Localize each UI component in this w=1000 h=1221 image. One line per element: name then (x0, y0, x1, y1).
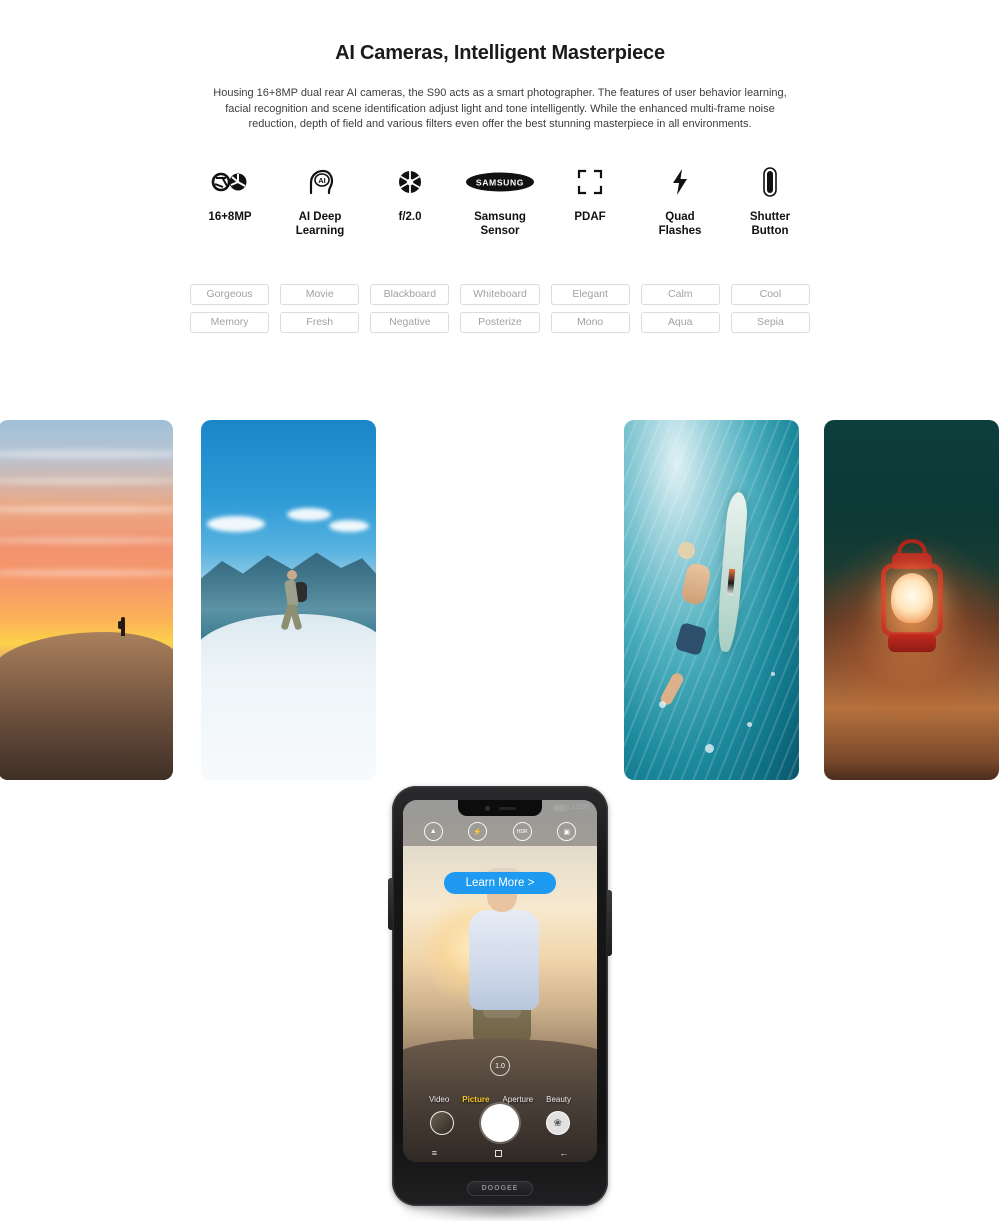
spec-label: AI Deep Learning (295, 210, 345, 237)
desert-figure (118, 617, 125, 636)
learn-more-button[interactable]: Learn More > (443, 872, 557, 894)
scene-mode-icon[interactable]: ▲ (423, 822, 443, 841)
recents-button[interactable]: ≡ (432, 1148, 437, 1158)
spec-item-shutter-button: Shutter Button (726, 165, 814, 238)
android-nav-bar: ≡ ← (403, 1144, 597, 1162)
camera-mode-beauty[interactable]: Beauty (546, 1095, 571, 1104)
spec-item-ai-deep-learning: AI AI Deep Learning (276, 165, 364, 238)
sample-photo-gallery: 12:00 ▲ ⚡ HDR ▣ 1.0 Video Picture Apertu… (0, 420, 1000, 1221)
desert-sunset-photo (0, 420, 173, 780)
camera-mode-picture[interactable]: Picture (462, 1095, 489, 1104)
filter-chip-movie[interactable]: Movie (280, 283, 360, 305)
filter-chip-fresh[interactable]: Fresh (280, 311, 360, 333)
spec-item-pdaf: PDAF (546, 165, 634, 238)
camera-mode-aperture[interactable]: Aperture (502, 1095, 533, 1104)
shutter-button-icon (726, 165, 814, 199)
aperture-icon (366, 165, 454, 199)
filter-chip-list: Gorgeous Movie Blackboard Whiteboard Ele… (190, 283, 810, 333)
svg-text:SAMSUNG: SAMSUNG (476, 177, 524, 187)
spec-label: Shutter Button (749, 210, 791, 237)
spec-label: PDAF (574, 210, 606, 223)
spec-label: 16+8MP (208, 210, 252, 223)
camera-action-bar: ❀ (403, 1104, 597, 1142)
page-description: Housing 16+8MP dual rear AI cameras, the… (213, 87, 787, 130)
flash-icon[interactable]: ⚡ (468, 822, 488, 841)
cta-section: Learn More > (0, 872, 1000, 894)
focus-bracket-icon (546, 165, 634, 199)
filter-chip-sepia[interactable]: Sepia (730, 311, 810, 333)
phone-body: 12:00 ▲ ⚡ HDR ▣ 1.0 Video Picture Apertu… (388, 786, 612, 1206)
red-lantern-photo (824, 420, 999, 780)
brand-logo: DOOGEE (467, 1181, 533, 1196)
spec-label: f/2.0 (398, 210, 422, 223)
spec-label: Quad Flashes (658, 210, 702, 237)
feature-spec-list: 16+8MP AI AI Deep Learning f/2.0 SAMSUNG… (186, 165, 814, 238)
ai-head-icon: AI (276, 165, 364, 199)
lightning-bolt-icon (636, 165, 724, 199)
underwater-surfer-photo (624, 420, 799, 780)
svg-text:AI: AI (318, 176, 326, 185)
phone-mockup: 12:00 ▲ ⚡ HDR ▣ 1.0 Video Picture Apertu… (388, 786, 612, 1221)
hdr-icon[interactable]: HDR (512, 822, 532, 841)
filter-chip-gorgeous[interactable]: Gorgeous (190, 283, 270, 305)
earpiece-speaker-icon (498, 806, 516, 810)
page-title: AI Cameras, Intelligent Masterpiece (335, 42, 665, 64)
camera-mode-video[interactable]: Video (429, 1095, 449, 1104)
filter-chip-cool[interactable]: Cool (730, 283, 810, 305)
home-button[interactable] (494, 1149, 502, 1157)
filter-chip-whiteboard[interactable]: Whiteboard (460, 283, 540, 305)
dual-aperture-icon (186, 165, 274, 199)
shutter-button[interactable] (480, 1104, 519, 1142)
zoom-level-badge[interactable]: 1.0 (490, 1056, 510, 1076)
spec-item-megapixels: 16+8MP (186, 165, 274, 238)
phone-screen: 12:00 ▲ ⚡ HDR ▣ 1.0 Video Picture Apertu… (403, 800, 597, 1162)
lantern-object (875, 539, 949, 669)
filter-effects-button[interactable]: ❀ (545, 1111, 570, 1135)
camera-mode-selector: Video Picture Aperture Beauty (403, 1095, 597, 1104)
hiker-figure (278, 566, 308, 636)
filter-chip-mono[interactable]: Mono (550, 311, 630, 333)
filter-chip-blackboard[interactable]: Blackboard (370, 283, 450, 305)
filter-chip-posterize[interactable]: Posterize (460, 311, 540, 333)
switch-camera-icon[interactable]: ▣ (557, 822, 577, 841)
front-camera-icon (484, 805, 490, 811)
filter-chip-negative[interactable]: Negative (370, 311, 450, 333)
back-button[interactable]: ← (559, 1148, 568, 1158)
gallery-thumbnail-button[interactable] (430, 1111, 455, 1135)
spec-item-quad-flashes: Quad Flashes (636, 165, 724, 238)
spec-label: Samsung Sensor (474, 210, 526, 237)
filter-chip-aqua[interactable]: Aqua (640, 311, 720, 333)
phone-notch (458, 800, 542, 816)
samsung-logo-icon: SAMSUNG (456, 165, 544, 199)
camera-controls: ▲ ⚡ HDR ▣ (403, 822, 597, 841)
spec-item-samsung-sensor: SAMSUNG Samsung Sensor (456, 165, 544, 238)
mountain-hiker-photo (201, 420, 376, 780)
filter-chip-calm[interactable]: Calm (640, 283, 720, 305)
filter-chip-memory[interactable]: Memory (190, 311, 270, 333)
filter-chip-elegant[interactable]: Elegant (550, 283, 630, 305)
spec-item-aperture: f/2.0 (366, 165, 454, 238)
